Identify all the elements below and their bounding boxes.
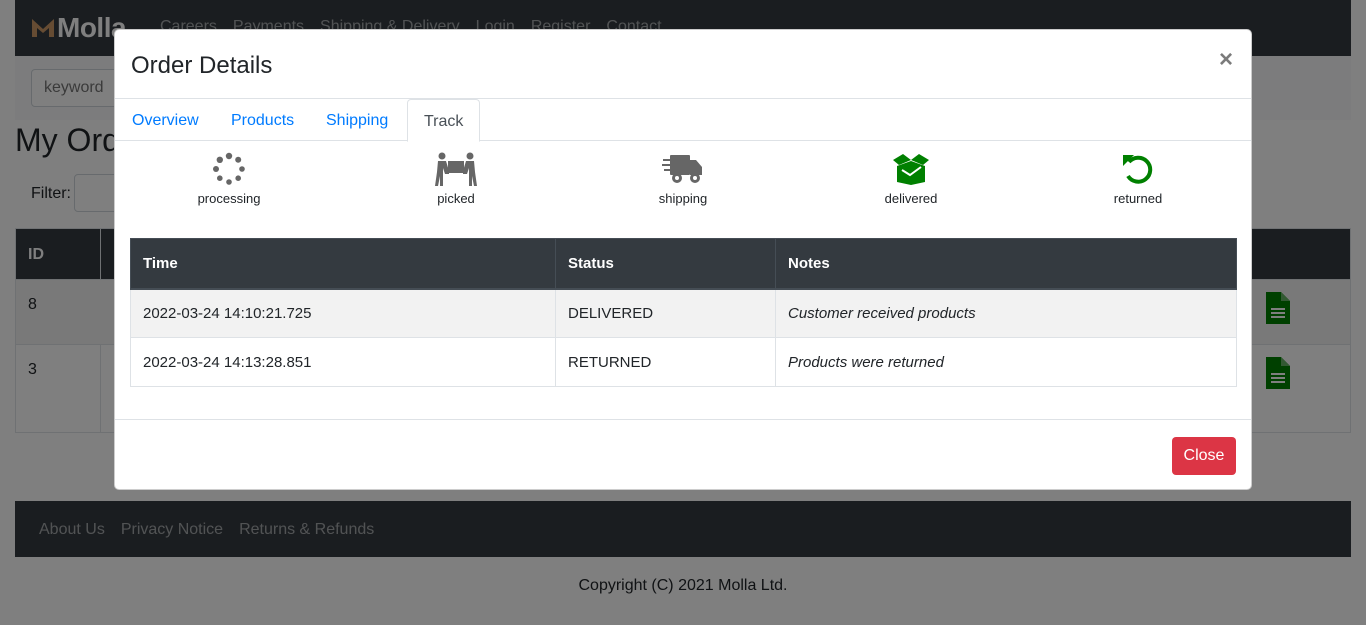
- close-icon[interactable]: ×: [1219, 48, 1233, 72]
- step-label: delivered: [884, 191, 938, 206]
- tab-track[interactable]: Track: [407, 99, 481, 142]
- step-picked: picked: [386, 152, 526, 206]
- step-processing: processing: [159, 152, 299, 206]
- cell-notes: Products were returned: [775, 337, 1237, 387]
- track-steps: processing picked shipping delivered ret…: [115, 152, 1251, 217]
- step-returned: returned: [1068, 152, 1208, 206]
- step-label: picked: [437, 191, 475, 206]
- table-row: 2022-03-24 14:10:21.725 DELIVERED Custom…: [130, 288, 1237, 338]
- tab-products[interactable]: Products: [215, 99, 310, 141]
- cell-time: 2022-03-24 14:13:28.851: [130, 337, 556, 387]
- shipping-fast-icon: [662, 155, 702, 183]
- close-button[interactable]: Close: [1172, 437, 1236, 475]
- step-shipping: shipping: [613, 152, 753, 206]
- spinner-icon: [213, 152, 245, 185]
- cell-status: RETURNED: [555, 337, 776, 387]
- modal-footer: Close: [115, 419, 1251, 489]
- header-time: Time: [130, 238, 556, 290]
- step-delivered: delivered: [841, 152, 981, 206]
- table-row: 2022-03-24 14:13:28.851 RETURNED Product…: [130, 337, 1237, 387]
- modal-title: Order Details: [131, 52, 273, 79]
- step-label: processing: [197, 191, 261, 206]
- people-carry-icon: [435, 152, 477, 186]
- modal-header: Order Details ×: [115, 30, 1251, 99]
- modal-tabs: Overview Products Shipping Track: [115, 99, 1251, 142]
- tab-overview[interactable]: Overview: [116, 99, 215, 141]
- step-label: shipping: [658, 191, 708, 206]
- header-status: Status: [555, 238, 776, 290]
- undo-icon: [1123, 155, 1153, 184]
- tab-shipping[interactable]: Shipping: [310, 99, 404, 141]
- tracking-table-header: Time Status Notes: [130, 238, 1237, 290]
- cell-notes: Customer received products: [775, 288, 1237, 338]
- order-details-modal: Order Details × Overview Products Shippi…: [114, 29, 1252, 490]
- step-label: returned: [1113, 191, 1163, 206]
- box-open-icon: [893, 154, 929, 185]
- cell-status: DELIVERED: [555, 288, 776, 338]
- tracking-table: Time Status Notes 2022-03-24 14:10:21.72…: [130, 238, 1237, 387]
- cell-time: 2022-03-24 14:10:21.725: [130, 288, 556, 338]
- header-notes: Notes: [775, 238, 1237, 290]
